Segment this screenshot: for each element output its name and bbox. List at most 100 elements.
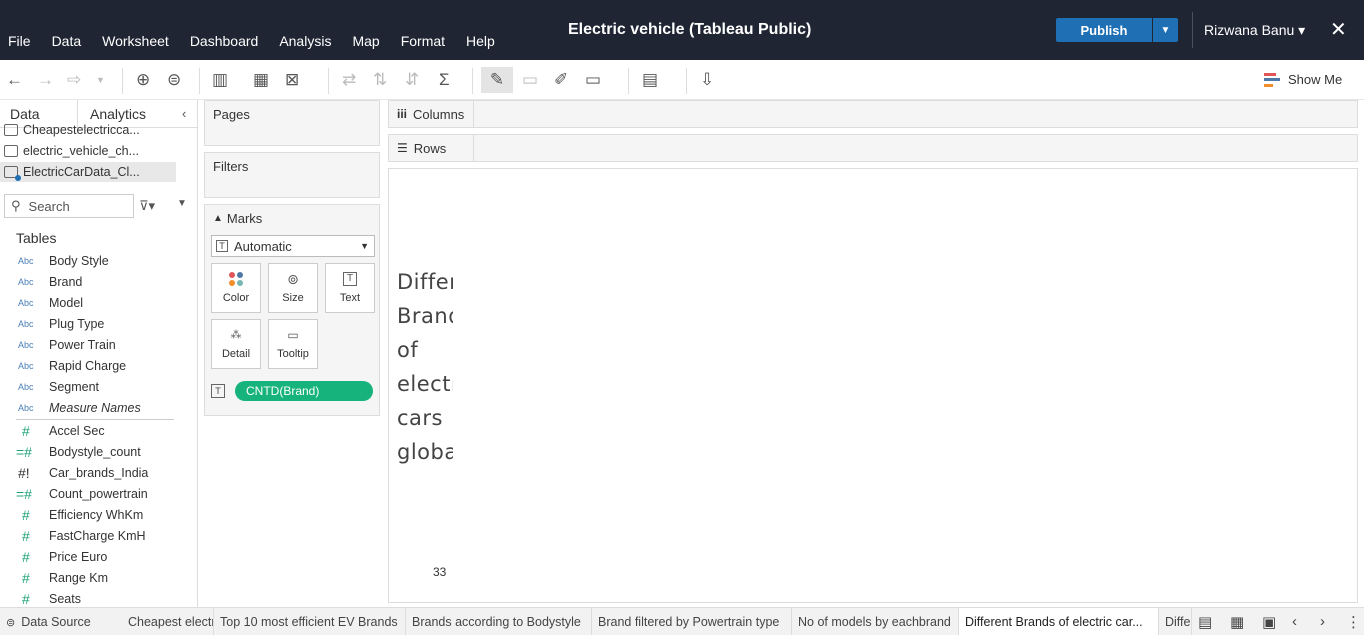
- replay-icon[interactable]: ⇨: [67, 70, 81, 90]
- collapse-pane-icon[interactable]: ‹: [182, 106, 186, 121]
- new-story-icon[interactable]: ▣: [1262, 613, 1276, 631]
- string-type-icon: Abc: [18, 339, 34, 350]
- columns-text: Columns: [413, 106, 465, 122]
- field-item[interactable]: Abc Body Style: [0, 250, 197, 271]
- clear-sheet-icon[interactable]: ⊠: [285, 70, 299, 90]
- sheet-tab-label: Different Brands of electric car...: [965, 615, 1143, 629]
- color-button[interactable]: Color: [211, 263, 261, 313]
- redo-icon[interactable]: →: [37, 70, 54, 90]
- menu-file[interactable]: File: [8, 33, 31, 49]
- data-source-item[interactable]: electric_vehicle_ch...: [0, 141, 176, 161]
- sort-descending-icon[interactable]: ⇵: [405, 70, 419, 90]
- menu-data[interactable]: Data: [52, 33, 82, 49]
- field-item[interactable]: Abc Segment: [0, 376, 197, 397]
- field-item[interactable]: Abc Power Train: [0, 334, 197, 355]
- scroll-right-icon[interactable]: ›: [1320, 613, 1325, 630]
- field-item[interactable]: =# Bodystyle_count: [0, 441, 197, 462]
- field-item[interactable]: # Efficiency WhKm: [0, 504, 197, 525]
- field-label: Efficiency WhKm: [49, 507, 144, 522]
- viz-canvas[interactable]: Different Brands of electric cars global…: [388, 168, 1358, 603]
- field-item[interactable]: # Seats: [0, 588, 197, 607]
- data-pane-menu-icon[interactable]: ▼: [177, 198, 187, 209]
- menu-analysis[interactable]: Analysis: [279, 33, 331, 49]
- highlight-icon[interactable]: ✎: [481, 67, 513, 93]
- labels-icon[interactable]: ▭: [522, 70, 538, 90]
- new-worksheet-icon[interactable]: ▥: [212, 70, 228, 90]
- sheet-tab[interactable]: Cheapest electric cars in India: [122, 608, 214, 635]
- duplicate-sheet-icon[interactable]: ▦: [253, 70, 269, 90]
- menu-worksheet[interactable]: Worksheet: [102, 33, 169, 49]
- tables-heading: Tables: [16, 230, 57, 246]
- field-item[interactable]: Abc Plug Type: [0, 313, 197, 334]
- field-item[interactable]: Abc Measure Names: [0, 397, 197, 418]
- viz-value-label[interactable]: 33: [433, 565, 446, 579]
- sheet-tab[interactable]: Brand filtered by Powertrain type: [592, 608, 792, 635]
- new-worksheet-icon[interactable]: ▤: [1198, 613, 1212, 631]
- close-icon[interactable]: ✕: [1330, 17, 1347, 42]
- detail-button[interactable]: ⁂ Detail: [211, 319, 261, 369]
- menu-map[interactable]: Map: [352, 33, 379, 49]
- presentation-icon[interactable]: ▤: [642, 70, 658, 90]
- sheet-tab[interactable]: Top 10 most efficient EV Brands: [214, 608, 406, 635]
- data-source-tab[interactable]: ⊜ Data Source: [0, 608, 122, 635]
- tooltip-button[interactable]: ▭ Tooltip: [268, 319, 318, 369]
- sheet-tab[interactable]: Different: [1159, 608, 1192, 635]
- undo-icon[interactable]: ←: [6, 70, 23, 90]
- menu-help[interactable]: Help: [466, 33, 495, 49]
- field-item[interactable]: Abc Rapid Charge: [0, 355, 197, 376]
- sheet-tab[interactable]: No of models by eachbrand: [792, 608, 959, 635]
- field-item[interactable]: =# Count_powertrain: [0, 483, 197, 504]
- field-search-input[interactable]: ⚲ Search: [4, 194, 134, 218]
- sheet-tab-label: Brand filtered by Powertrain type: [598, 615, 780, 629]
- new-dashboard-icon[interactable]: ▦: [1230, 613, 1244, 631]
- field-item[interactable]: Abc Model: [0, 292, 197, 313]
- marks-title: ▲ Marks: [213, 211, 262, 226]
- viz-title[interactable]: Different Brands of electric cars global…: [397, 265, 453, 469]
- field-item[interactable]: # Price Euro: [0, 546, 197, 567]
- mark-type-select[interactable]: T Automatic ▼: [211, 235, 375, 257]
- format-workbook-icon[interactable]: ✐: [554, 70, 568, 90]
- columns-shelf[interactable]: iii Columns: [388, 100, 1358, 128]
- menu-dashboard[interactable]: Dashboard: [190, 33, 259, 49]
- swap-icon[interactable]: ⇄: [342, 70, 356, 90]
- cntd-brand-pill[interactable]: CNTD(Brand): [235, 381, 373, 401]
- invalid-calculation-icon: #!: [18, 464, 30, 481]
- field-item[interactable]: # Accel Sec: [0, 420, 197, 441]
- field-item[interactable]: #! Car_brands_India: [0, 462, 197, 483]
- text-button[interactable]: T Text: [325, 263, 375, 313]
- replay-dropdown-icon[interactable]: ▼: [96, 70, 105, 90]
- sheet-tab[interactable]: Brands according to Bodystyle: [406, 608, 592, 635]
- menu-format[interactable]: Format: [401, 33, 445, 49]
- size-button[interactable]: ⊚ Size: [268, 263, 318, 313]
- sheet-sorter-icon[interactable]: ⋮: [1346, 613, 1361, 631]
- data-source-label: electric_vehicle_ch...: [23, 144, 140, 158]
- field-label: Count_powertrain: [49, 486, 148, 501]
- collapse-marks-icon[interactable]: ▲: [213, 213, 223, 224]
- field-item[interactable]: # Range Km: [0, 567, 197, 588]
- publish-dropdown-icon[interactable]: ▼: [1153, 18, 1178, 42]
- show-me-button[interactable]: Show Me: [1264, 72, 1342, 87]
- sheet-tab-label: Top 10 most efficient EV Brands: [220, 615, 398, 629]
- user-menu[interactable]: Rizwana Banu ▾: [1204, 22, 1305, 39]
- chevron-down-icon: ▼: [360, 241, 369, 251]
- string-type-icon: Abc: [18, 381, 34, 392]
- field-item[interactable]: Abc Brand: [0, 271, 197, 292]
- filters-card[interactable]: Filters: [204, 152, 380, 198]
- publish-button[interactable]: Publish: [1056, 18, 1152, 42]
- divider: [122, 68, 123, 94]
- pause-updates-icon[interactable]: ⊜: [167, 70, 181, 90]
- pages-card[interactable]: Pages: [204, 100, 380, 146]
- text-mark-icon: T: [216, 240, 228, 252]
- fit-icon[interactable]: ▭: [585, 70, 601, 90]
- rows-shelf[interactable]: ☰ Rows: [388, 134, 1358, 162]
- field-item[interactable]: # FastCharge KmH: [0, 525, 197, 546]
- new-data-source-icon[interactable]: ⊕: [136, 70, 150, 90]
- download-icon[interactable]: ⇩: [700, 70, 714, 90]
- data-source-item-selected[interactable]: ElectricCarData_Cl...: [0, 162, 176, 182]
- sort-ascending-icon[interactable]: ⇅: [373, 70, 387, 90]
- totals-icon[interactable]: Σ: [439, 70, 450, 90]
- scroll-left-icon[interactable]: ‹: [1292, 613, 1297, 630]
- sheet-tab-active[interactable]: Different Brands of electric car...: [959, 608, 1159, 635]
- data-source-item[interactable]: Cheapestelectricca...: [0, 120, 176, 140]
- filter-fields-icon[interactable]: ⊽▾: [139, 198, 155, 214]
